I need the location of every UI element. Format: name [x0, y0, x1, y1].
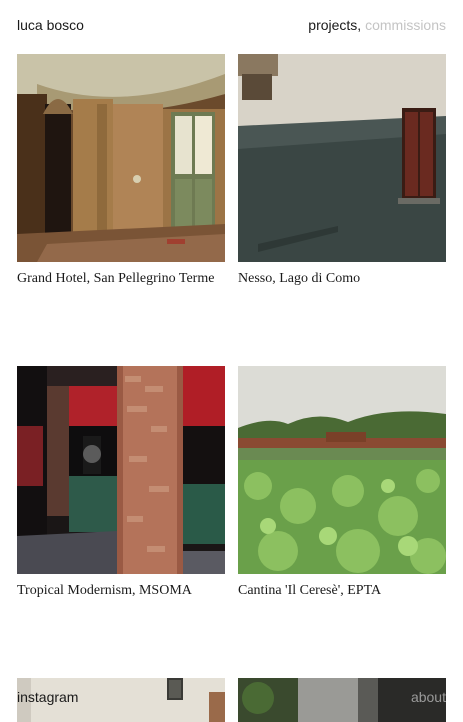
- nav-projects-link[interactable]: projects,: [308, 17, 361, 33]
- project-title[interactable]: Cantina 'Il Ceresè', EPTA: [238, 583, 446, 599]
- main-nav: projects, commissions: [308, 17, 446, 33]
- project-thumbnail-cantina[interactable]: [238, 366, 446, 574]
- about-link[interactable]: about: [411, 689, 446, 705]
- project-card[interactable]: Grand Hotel, San Pellegrino Terme: [17, 54, 225, 287]
- nav-commissions-link[interactable]: commissions: [365, 17, 446, 33]
- project-card[interactable]: Cantina 'Il Ceresè', EPTA: [238, 366, 446, 599]
- project-title[interactable]: Grand Hotel, San Pellegrino Terme: [17, 271, 225, 287]
- project-thumbnail-grand-hotel[interactable]: [17, 54, 225, 262]
- instagram-link[interactable]: instagram: [17, 689, 78, 705]
- site-header: luca bosco projects, commissions: [0, 0, 463, 50]
- project-title[interactable]: Nesso, Lago di Como: [238, 271, 446, 287]
- site-brand-link[interactable]: luca bosco: [17, 17, 84, 33]
- project-thumbnail-nesso[interactable]: [238, 54, 446, 262]
- project-title[interactable]: Tropical Modernism, MSOMA: [17, 583, 225, 599]
- project-card[interactable]: Tropical Modernism, MSOMA: [17, 366, 225, 599]
- project-card[interactable]: Nesso, Lago di Como: [238, 54, 446, 287]
- project-thumbnail-tropical-modernism[interactable]: [17, 366, 225, 574]
